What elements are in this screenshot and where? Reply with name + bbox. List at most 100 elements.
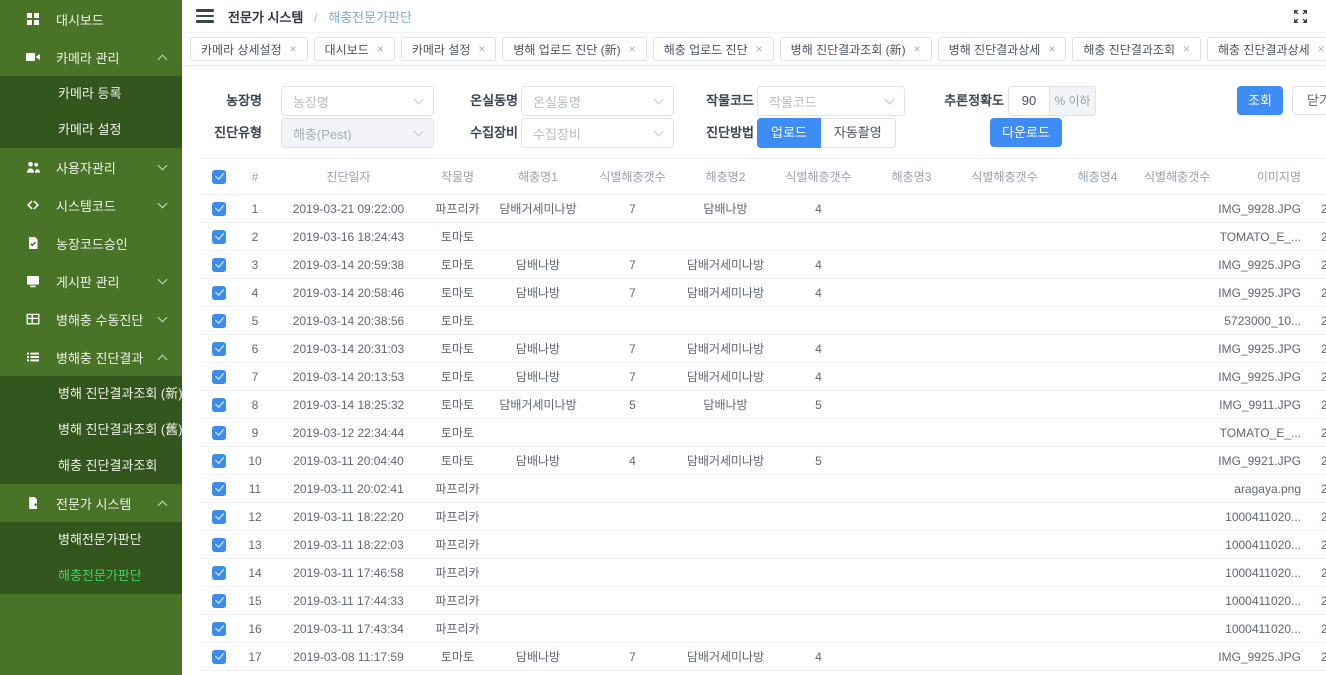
row-checkbox[interactable]: [212, 286, 226, 300]
tab[interactable]: 병해 업로드 진단 (新)×: [502, 37, 646, 61]
sidebar-subitem[interactable]: 해충 진단결과조회: [0, 448, 182, 484]
download-button[interactable]: 다운로드: [990, 118, 1062, 147]
row-checkbox[interactable]: [212, 622, 226, 636]
search-button[interactable]: 조회: [1237, 86, 1283, 115]
row-checkbox[interactable]: [212, 510, 226, 524]
sidebar-item[interactable]: 시스템코드: [0, 186, 182, 224]
board-icon: [26, 274, 42, 288]
row-checkbox[interactable]: [212, 566, 226, 580]
pest-name-1: 담배나방: [490, 643, 586, 671]
tab-close-icon[interactable]: ×: [1048, 42, 1055, 56]
accuracy-input[interactable]: 90: [1008, 86, 1050, 116]
device-select[interactable]: 수집장비: [521, 118, 674, 148]
sidebar-subitem[interactable]: 카메라 설정: [0, 112, 182, 148]
row-checkbox[interactable]: [212, 342, 226, 356]
crop-name: 파프리카: [425, 587, 490, 615]
pest-count-4: [1144, 615, 1210, 643]
pest-name-1: [490, 531, 586, 559]
row-checkbox[interactable]: [212, 370, 226, 384]
fullscreen-icon[interactable]: [1293, 9, 1308, 27]
received-date: 2019: [1305, 559, 1326, 587]
pest-name-2: [679, 531, 772, 559]
pest-count-2: [772, 307, 865, 335]
tab[interactable]: 해충 진단결과조회×: [1072, 37, 1201, 61]
tab[interactable]: 카메라 상세설정×: [190, 37, 308, 61]
pest-name-2: [679, 559, 772, 587]
column-header: 해충명1: [490, 159, 586, 195]
sidebar-item[interactable]: 병해충 수동진단: [0, 300, 182, 338]
sidebar-item[interactable]: 병해충 진단결과: [0, 338, 182, 376]
method-auto-capture-button[interactable]: 자동촬영: [821, 118, 896, 148]
tab[interactable]: 병해 진단결과조회 (新)×: [780, 37, 932, 61]
tab-close-icon[interactable]: ×: [629, 42, 636, 56]
select-all-checkbox[interactable]: [212, 170, 226, 184]
sidebar-subitem[interactable]: 해충전문가판단: [0, 558, 182, 594]
pest-name-4: [1051, 643, 1144, 671]
sidebar-item[interactable]: 사용자관리: [0, 148, 182, 186]
sidebar-item[interactable]: 농장코드승인: [0, 224, 182, 262]
row-checkbox[interactable]: [212, 426, 226, 440]
farm-select[interactable]: 농장명: [281, 86, 434, 116]
pest-count-1: [586, 587, 679, 615]
tab-close-icon[interactable]: ×: [914, 42, 921, 56]
tab[interactable]: 대시보드×: [314, 37, 395, 61]
row-checkbox[interactable]: [212, 202, 226, 216]
row-checkbox-cell: [200, 587, 238, 615]
method-upload-button[interactable]: 업로드: [757, 118, 821, 148]
row-checkbox[interactable]: [212, 538, 226, 552]
column-header: 해충명2: [679, 159, 772, 195]
diagnosis-type-value: 해충(Pest): [293, 124, 352, 143]
tab-close-icon[interactable]: ×: [377, 42, 384, 56]
close-button[interactable]: 닫기: [1292, 86, 1326, 115]
row-checkbox-cell: [200, 643, 238, 671]
sidebar-item[interactable]: 카메라 관리: [0, 38, 182, 76]
tab-close-icon[interactable]: ×: [478, 42, 485, 56]
pest-count-3: [958, 475, 1051, 503]
pest-name-3: [865, 447, 958, 475]
diagnosis-type-select[interactable]: 해충(Pest): [281, 118, 434, 148]
row-checkbox[interactable]: [212, 230, 226, 244]
row-checkbox[interactable]: [212, 482, 226, 496]
tab-close-icon[interactable]: ×: [1318, 42, 1325, 56]
tab-close-icon[interactable]: ×: [756, 42, 763, 56]
diagnosis-date: 2019-03-11 17:46:58: [272, 559, 425, 587]
tab-close-icon[interactable]: ×: [1183, 42, 1190, 56]
sidebar-subitem[interactable]: 병해 진단결과조회 (舊): [0, 412, 182, 448]
pest-name-3: [865, 419, 958, 447]
pest-count-3: [958, 447, 1051, 475]
tab[interactable]: 병해 진단결과상세×: [938, 37, 1067, 61]
received-date: 2018: [1305, 251, 1326, 279]
row-checkbox[interactable]: [212, 454, 226, 468]
row-checkbox[interactable]: [212, 650, 226, 664]
hamburger-menu-icon[interactable]: [196, 6, 214, 26]
pest-name-2: 담배나방: [679, 391, 772, 419]
row-number: 4: [238, 279, 272, 307]
pest-count-4: [1144, 363, 1210, 391]
tab[interactable]: 카메라 설정×: [401, 37, 497, 61]
row-checkbox-cell: [200, 615, 238, 643]
pest-count-3: [958, 503, 1051, 531]
sidebar-subitem[interactable]: 카메라 등록: [0, 76, 182, 112]
chevron-down-icon: [654, 127, 664, 137]
row-checkbox[interactable]: [212, 314, 226, 328]
row-checkbox[interactable]: [212, 594, 226, 608]
sidebar-item[interactable]: 대시보드: [0, 0, 182, 38]
table-row: 142019-03-11 17:46:58파프리카1000411020...20…: [200, 559, 1326, 587]
sidebar-subitem[interactable]: 병해 진단결과조회 (新): [0, 376, 182, 412]
sidebar-subitem[interactable]: 병해전문가판단: [0, 522, 182, 558]
tab-close-icon[interactable]: ×: [290, 42, 297, 56]
pest-name-2: 담배거세미나방: [679, 251, 772, 279]
sidebar-item[interactable]: 게시판 관리: [0, 262, 182, 300]
sidebar-item[interactable]: 전문가 시스템: [0, 484, 182, 522]
tab[interactable]: 해충 업로드 진단×: [653, 37, 774, 61]
greenhouse-select[interactable]: 온실동명: [521, 86, 674, 116]
row-checkbox[interactable]: [212, 258, 226, 272]
received-date: 2018: [1305, 363, 1326, 391]
table-row: 22019-03-16 18:24:43토마토TOMATO_E_...2019: [200, 223, 1326, 251]
pest-count-3: [958, 391, 1051, 419]
crop-code-select[interactable]: 작물코드: [757, 86, 905, 116]
tab[interactable]: 해충 진단결과상세×: [1207, 37, 1326, 61]
row-checkbox[interactable]: [212, 398, 226, 412]
diagnosis-date: 2019-03-11 18:22:03: [272, 531, 425, 559]
row-checkbox-cell: [200, 447, 238, 475]
